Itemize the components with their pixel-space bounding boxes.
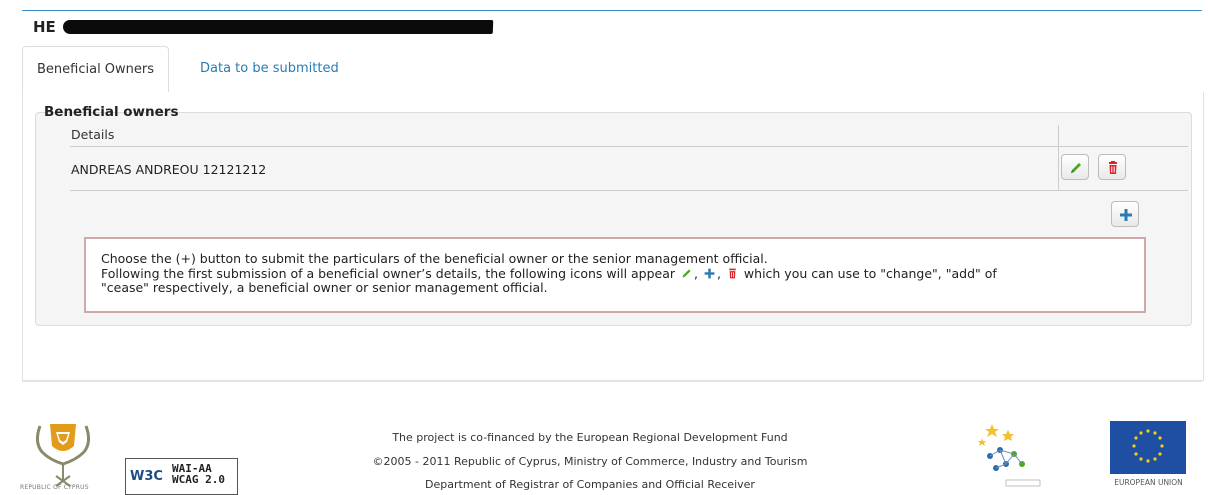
instruction-line-2: Following the first submission of a bene… xyxy=(101,266,997,281)
add-button[interactable] xyxy=(1111,201,1139,227)
cyprus-coat-of-arms-logo xyxy=(35,424,91,487)
header-divider xyxy=(22,10,1202,11)
fieldset-legend: Beneficial owners xyxy=(44,104,179,120)
tab-beneficial-owners[interactable]: Beneficial Owners xyxy=(22,46,170,94)
footer-funding-text: The project is co-financed by the Europe… xyxy=(392,431,788,444)
instruction-line-1: Choose the (+) button to submit the part… xyxy=(101,251,768,266)
instruction-line-3: "cease" respectively, a beneficial owner… xyxy=(101,280,548,295)
footer-department-text: Department of Registrar of Companies and… xyxy=(425,478,755,491)
tab-bar: Beneficial Owners Data to be submitted xyxy=(22,46,1202,94)
row-divider xyxy=(70,190,1188,191)
trash-icon xyxy=(729,268,736,279)
header-row-divider xyxy=(70,146,1188,147)
wcag-badge[interactable]: W3C WAI-AA WCAG 2.0 xyxy=(125,458,238,495)
pencil-icon xyxy=(682,269,691,278)
coat-of-arms-caption: REPUBLIC OF CYPRUS xyxy=(20,484,89,491)
company-name-prefix: HE xyxy=(33,18,56,36)
trash-icon xyxy=(1109,161,1117,174)
edit-button[interactable] xyxy=(1061,154,1089,180)
eu-logo: EUROPEAN UNION xyxy=(1105,421,1192,495)
pencil-icon xyxy=(1071,163,1081,173)
tab-content: Beneficial owners Details ANDREAS ANDREO… xyxy=(22,92,1204,381)
instructions-box: Choose the (+) button to submit the part… xyxy=(84,237,1146,313)
column-header-details: Details xyxy=(71,127,115,142)
plus-icon xyxy=(704,268,715,279)
w3c-logo: W3C xyxy=(130,469,163,484)
eu-flag xyxy=(1110,421,1186,474)
eu-stars-icon xyxy=(1132,429,1164,463)
eu-caption: EUROPEAN UNION xyxy=(1114,478,1183,487)
wai-aa-label: WAI-AA WCAG 2.0 xyxy=(172,463,225,485)
tab-data-to-be-submitted[interactable]: Data to be submitted xyxy=(186,46,353,92)
column-divider xyxy=(1058,125,1059,191)
redacted-company-name xyxy=(62,20,494,34)
footer-divider xyxy=(22,381,1202,382)
delete-button[interactable] xyxy=(1098,154,1126,180)
beneficial-owners-fieldset: Beneficial owners Details ANDREAS ANDREO… xyxy=(35,104,1192,326)
structural-funds-logo xyxy=(978,424,1041,487)
footer-copyright-text: ©2005 - 2011 Republic of Cyprus, Ministr… xyxy=(372,455,808,468)
table-row-details: ANDREAS ANDREOU 12121212 xyxy=(71,162,267,177)
plus-icon xyxy=(1120,209,1132,221)
instruction-line-2-start: Following the first submission of a bene… xyxy=(101,266,676,281)
instruction-line-2-end: which you can use to "change", "add" of xyxy=(743,266,997,281)
wcag-text: WCAG 2.0 xyxy=(172,473,225,486)
